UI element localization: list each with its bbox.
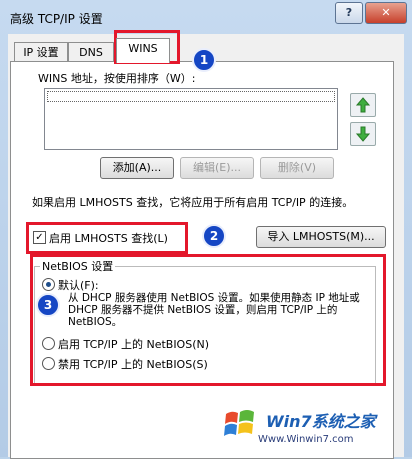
watermark-brand: Win7系统之家 bbox=[266, 412, 376, 431]
tab-wins[interactable]: WINS bbox=[116, 38, 170, 63]
wins-list-label: WINS 地址，按使用排序（W）: bbox=[38, 72, 196, 85]
tab-dns[interactable]: DNS bbox=[68, 42, 114, 63]
tab-ip-settings[interactable]: IP 设置 bbox=[14, 42, 68, 63]
window-title: 高级 TCP/IP 设置 bbox=[10, 12, 103, 26]
windows-logo-icon bbox=[224, 410, 254, 436]
lmhosts-description: 如果启用 LMHOSTS 查找，它将应用于所有启用 TCP/IP 的连接。 bbox=[32, 196, 354, 209]
badge-1: 1 bbox=[192, 48, 216, 72]
annotation-box-lmhosts bbox=[26, 222, 188, 254]
title-bar[interactable]: 高级 TCP/IP 设置 ? ✕ bbox=[0, 0, 412, 34]
annotation-box-netbios bbox=[30, 254, 386, 386]
add-button[interactable]: 添加(A)... bbox=[100, 157, 174, 179]
help-button[interactable]: ? bbox=[335, 2, 363, 24]
wins-address-list[interactable] bbox=[44, 88, 338, 150]
arrow-up-icon bbox=[355, 97, 371, 113]
badge-3: 3 bbox=[36, 293, 60, 317]
arrow-down-icon bbox=[355, 126, 371, 142]
move-up-button[interactable] bbox=[350, 93, 376, 117]
move-down-button[interactable] bbox=[350, 122, 376, 146]
watermark-url: Www.Winwin7.com bbox=[258, 434, 354, 445]
badge-2: 2 bbox=[202, 224, 226, 248]
close-button[interactable]: ✕ bbox=[365, 2, 407, 24]
edit-button[interactable]: 编辑(E)... bbox=[180, 157, 254, 179]
import-lmhosts-button[interactable]: 导入 LMHOSTS(M)... bbox=[256, 226, 386, 248]
dialog-window: 高级 TCP/IP 设置 ? ✕ IP 设置 DNS WINS WINS 地址，… bbox=[0, 0, 412, 459]
list-focus-row bbox=[47, 91, 335, 102]
delete-button[interactable]: 删除(V) bbox=[260, 157, 334, 179]
